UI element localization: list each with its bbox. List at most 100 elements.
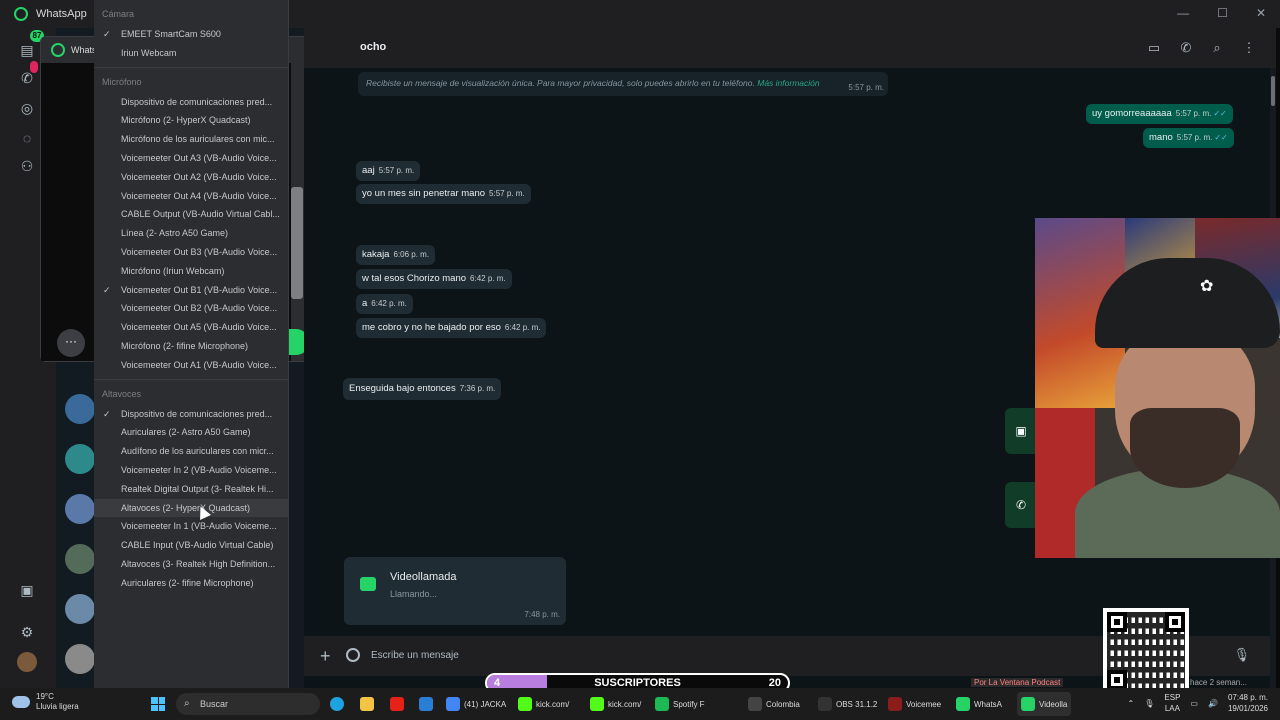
speaker-option[interactable]: Altavoces (2- HyperX Quadcast) xyxy=(94,498,288,518)
taskbar-app-button[interactable]: Spotify F xyxy=(655,692,705,716)
taskbar-app-button[interactable]: OBS 31.1.2 xyxy=(818,692,877,716)
taskbar-app-button[interactable]: Colombia xyxy=(748,692,800,716)
speaker-option[interactable]: CABLE Input (VB-Audio Virtual Cable) xyxy=(94,536,288,555)
speaker-option[interactable]: Audífono de los auriculares con micr... xyxy=(94,442,288,461)
message-bubble-outgoing[interactable]: uy gomorreaaaaaa 5:57 p. m. ✓✓ xyxy=(1086,104,1233,124)
start-windows-icon[interactable] xyxy=(151,697,165,711)
youtube-icon[interactable] xyxy=(390,692,404,716)
chat-avatar[interactable] xyxy=(65,494,95,524)
more-info-link[interactable]: Más información xyxy=(757,78,819,88)
video-call-card[interactable]: Videollamada Llamando... 7:48 p. m. xyxy=(344,557,566,625)
taskbar-app-button[interactable]: kick.com/ xyxy=(590,692,641,716)
search-icon[interactable]: ⌕ xyxy=(1209,40,1225,56)
chat-avatar[interactable] xyxy=(65,444,95,474)
voice-call-icon[interactable]: ✆ xyxy=(1178,40,1194,56)
edge-icon[interactable] xyxy=(330,692,344,716)
message-bubble-outgoing[interactable]: Enseguida bajo entonces 7:36 p. m. xyxy=(343,378,502,400)
call-card-status: Llamando... xyxy=(390,589,438,599)
menu-kebab-icon[interactable]: ⋮ xyxy=(1241,40,1257,56)
chat-avatar[interactable] xyxy=(65,394,95,424)
microphone-option[interactable]: Micrófono (Iriun Webcam) xyxy=(94,262,288,281)
chats-icon[interactable]: ▤ xyxy=(17,40,37,60)
taskbar-app-button[interactable]: WhatsA xyxy=(956,692,1002,716)
input-language[interactable]: ESP LAA xyxy=(1164,692,1180,714)
message-bubble-incoming[interactable]: kakaja 6:06 p. m. xyxy=(356,245,436,265)
taskbar-app-button[interactable]: (41) JACKA xyxy=(446,692,506,716)
microphone-option[interactable]: Micrófono (2- fifine Microphone) xyxy=(94,337,288,356)
chat-avatar[interactable] xyxy=(65,544,95,574)
archive-icon[interactable]: ▣ xyxy=(17,580,37,600)
message-bubble-outgoing[interactable]: mano 5:57 p. m. ✓✓ xyxy=(1143,128,1234,148)
message-time: 6:42 p. m. xyxy=(470,274,506,283)
more-options-button[interactable]: ··· xyxy=(57,329,85,357)
status-icon[interactable]: ◎ xyxy=(17,98,37,118)
message-bubble-incoming[interactable]: me cobro y no he bajado por eso 6:42 p. m… xyxy=(356,318,547,338)
read-ticks-icon: ✓✓ xyxy=(1214,133,1228,142)
settings-gear-icon[interactable]: ⚙ xyxy=(17,622,37,642)
ticker-text-right: hace 2 seman... xyxy=(1190,678,1247,687)
microphone-option[interactable]: Micrófono de los auriculares con mic... xyxy=(94,130,288,149)
speaker-option[interactable]: ✓ Dispositivo de comunicaciones pred... xyxy=(94,405,288,424)
microphone-option[interactable]: Voicemeeter Out A2 (VB-Audio Voice... xyxy=(94,168,288,187)
emoji-icon[interactable] xyxy=(346,648,360,662)
speaker-option[interactable]: Voicemeeter In 1 (VB-Audio Voiceme... xyxy=(94,517,288,536)
taskbar-app-button[interactable]: kick.com/ xyxy=(518,692,569,716)
message-bubble-incoming[interactable]: aaj 5:57 p. m. xyxy=(356,161,421,181)
camera-switch-icon[interactable]: ▣ xyxy=(1005,408,1037,454)
microphone-option[interactable]: Voicemeeter Out A5 (VB-Audio Voice... xyxy=(94,318,288,337)
tray-overflow-icon[interactable]: ⌃ xyxy=(1128,699,1135,708)
speaker-option[interactable]: Voicemeeter In 2 (VB-Audio Voiceme... xyxy=(94,461,288,480)
taskbar-app-button[interactable]: Voicemee xyxy=(888,692,941,716)
video-call-icon[interactable]: ▭ xyxy=(1146,40,1162,56)
attach-plus-icon[interactable]: + xyxy=(320,646,331,667)
microphone-icon[interactable]: 🎙 xyxy=(1233,647,1250,663)
contact-name[interactable]: ocho xyxy=(360,41,386,53)
microphone-option[interactable]: CABLE Output (VB-Audio Virtual Cabl... xyxy=(94,205,288,224)
chat-avatar[interactable] xyxy=(65,644,95,674)
message-time: 5:57 p. m. xyxy=(489,189,525,198)
clock[interactable]: 07:48 p. m. 19/01/2026 xyxy=(1228,692,1268,714)
weather-widget[interactable]: 19°C Lluvia ligera xyxy=(12,692,79,712)
microphone-tray-icon[interactable]: 🎙 xyxy=(1144,699,1154,708)
minimize-icon[interactable]: — xyxy=(1177,6,1189,20)
volume-icon[interactable]: 🔊 xyxy=(1208,699,1218,708)
speaker-option[interactable]: Auriculares (2- fifine Microphone) xyxy=(94,574,288,593)
camera-option[interactable]: Iriun Webcam xyxy=(94,44,288,63)
scrollbar-thumb[interactable] xyxy=(1271,76,1275,106)
checkmark-icon: ✓ xyxy=(103,408,111,419)
microphone-option[interactable]: Micrófono (2- HyperX Quadcast) xyxy=(94,111,288,130)
message-input[interactable]: Escribe un mensaje xyxy=(371,650,459,661)
profile-avatar[interactable] xyxy=(17,652,37,672)
store-icon[interactable] xyxy=(419,692,433,716)
microphone-option[interactable]: Voicemeeter Out A4 (VB-Audio Voice... xyxy=(94,187,288,206)
microphone-option[interactable]: Dispositivo de comunicaciones pred... xyxy=(94,93,288,112)
speaker-option[interactable]: Auriculares (2- Astro A50 Game) xyxy=(94,423,288,442)
taskbar-search[interactable]: ⌕ Buscar xyxy=(176,693,320,715)
microphone-option[interactable]: Voicemeeter Out B2 (VB-Audio Voice... xyxy=(94,299,288,318)
channels-icon[interactable]: ◌ xyxy=(17,128,37,148)
message-bubble-incoming[interactable]: a 6:42 p. m. xyxy=(356,294,413,314)
message-bubble-incoming[interactable]: yo un mes sin penetrar mano 5:57 p. m. xyxy=(356,184,531,204)
speaker-option[interactable]: Realtek Digital Output (3- Realtek Hi... xyxy=(94,480,288,499)
microphone-option[interactable]: Voicemeeter Out A1 (VB-Audio Voice... xyxy=(94,356,288,375)
camera-option[interactable]: ✓ EMEET SmartCam S600 xyxy=(94,25,288,44)
mic-section-header: Micrófono xyxy=(102,76,142,87)
monitor-icon[interactable]: ▭ xyxy=(1190,699,1198,708)
microphone-option[interactable]: Voicemeeter Out A3 (VB-Audio Voice... xyxy=(94,149,288,168)
microphone-option[interactable]: Voicemeeter Out B3 (VB-Audio Voice... xyxy=(94,243,288,262)
close-window-icon[interactable]: ✕ xyxy=(1256,6,1266,20)
communities-icon[interactable]: ⚇ xyxy=(17,156,37,176)
speaker-option[interactable]: Altavoces (3- Realtek High Definition... xyxy=(94,555,288,574)
microphone-option[interactable]: Línea (2- Astro A50 Game) xyxy=(94,224,288,243)
speaker-option-label: Dispositivo de comunicaciones pred... xyxy=(121,408,273,419)
taskbar-app-button[interactable]: Videolla xyxy=(1017,692,1072,716)
microphone-option[interactable]: ✓ Voicemeeter Out B1 (VB-Audio Voice... xyxy=(94,281,288,300)
call-action-icon[interactable]: ✆ xyxy=(1005,482,1037,528)
app-icon xyxy=(956,697,970,711)
chat-avatar[interactable] xyxy=(65,594,95,624)
qr-finder xyxy=(1165,612,1185,632)
file-explorer-icon[interactable] xyxy=(360,692,374,716)
maximize-icon[interactable]: ☐ xyxy=(1217,6,1228,20)
call-card-title: Videollamada xyxy=(390,571,457,583)
message-bubble-incoming[interactable]: w tal esos Chorizo mano 6:42 p. m. xyxy=(356,269,512,289)
